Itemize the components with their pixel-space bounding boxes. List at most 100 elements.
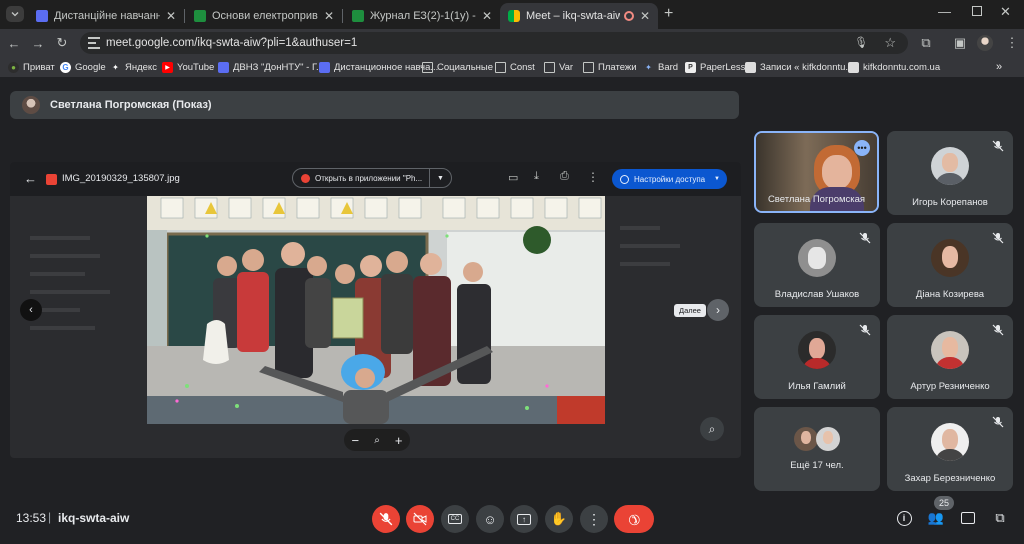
- emoji-icon: ☺: [483, 511, 497, 527]
- menu-icon[interactable]: ⋮: [1002, 33, 1022, 53]
- bookmark-star-icon[interactable]: ☆: [884, 35, 896, 51]
- next-image-button[interactable]: ›: [707, 299, 729, 321]
- participant-tile-others[interactable]: Ещё 17 чел.: [754, 407, 880, 491]
- meeting-controls-bar: 13:53 | ikq-swta-aiw CC ☺ ↑ ✋ ⋮ ✆ i 👥 25…: [0, 496, 1024, 544]
- bookmark-google[interactable]: G Google: [60, 59, 106, 75]
- tab-search-button[interactable]: [6, 6, 24, 22]
- url-text: meet.google.com/ikq-swta-aiw?pli=1&authu…: [106, 37, 358, 49]
- tab-journal[interactable]: Журнал ЕЗ(2)-1(1у) - Google Т ✕: [344, 3, 500, 29]
- tab-strip: Дистанційне навчання в ВСП ✕ Основи елек…: [0, 0, 1024, 29]
- caret-down-icon: ▼: [714, 176, 720, 182]
- tab-distance-learning[interactable]: Дистанційне навчання в ВСП ✕: [28, 3, 184, 29]
- share-settings-button[interactable]: Настройки доступа ▼: [612, 169, 727, 189]
- reactions-button[interactable]: ☺: [476, 505, 504, 533]
- back-arrow-icon[interactable]: ←: [24, 171, 37, 186]
- camera-toggle-button[interactable]: [406, 505, 434, 533]
- donntu-icon: [218, 61, 229, 73]
- close-icon[interactable]: ✕: [166, 9, 176, 23]
- mic-toggle-button[interactable]: [372, 505, 400, 533]
- bookmark-kifk[interactable]: kifkdonntu.com.ua: [848, 59, 940, 75]
- avatar: [794, 427, 818, 451]
- close-icon[interactable]: ✕: [482, 9, 492, 23]
- reload-icon[interactable]: ↻: [52, 33, 72, 53]
- activities-icon: ⧉: [995, 510, 1005, 525]
- meet-icon: [508, 10, 520, 22]
- side-panel-icon[interactable]: ▣: [950, 33, 970, 53]
- bookmark-folder-const[interactable]: Const: [495, 59, 535, 75]
- present-button[interactable]: ↑: [510, 505, 538, 533]
- folder-icon: [422, 61, 433, 73]
- participant-tile[interactable]: Діана Козирева: [887, 223, 1013, 307]
- zoom-out-icon[interactable]: −: [352, 433, 360, 448]
- dropdown-icon[interactable]: ▼: [429, 169, 451, 187]
- add-to-drive-icon[interactable]: ▭: [508, 171, 518, 184]
- bookmark-donntu[interactable]: ДВНЗ "ДонНТУ" - Г...: [218, 59, 324, 75]
- bookmark-distance[interactable]: Дистанционное навча...: [319, 59, 438, 75]
- bookmark-privat[interactable]: ● Приват: [8, 59, 55, 75]
- folder-icon: [495, 61, 506, 73]
- yandex-icon: ✦: [112, 62, 119, 72]
- raise-hand-button[interactable]: ✋: [545, 505, 573, 533]
- print-icon[interactable]: ⎙: [560, 170, 569, 183]
- tab-meet[interactable]: Meet – ikq-swta-aiw ✕: [500, 3, 658, 29]
- people-button[interactable]: 👥: [925, 507, 947, 529]
- site-info-icon[interactable]: [88, 37, 100, 49]
- participant-tile[interactable]: Захар Березниченко: [887, 407, 1013, 491]
- minimize-button[interactable]: —: [938, 4, 951, 19]
- close-icon[interactable]: ✕: [324, 9, 334, 23]
- info-icon: i: [896, 510, 912, 526]
- bookmark-folder-var[interactable]: Var: [544, 59, 573, 75]
- open-with-button[interactable]: Открыть в приложении "Ph... ▼: [292, 168, 452, 188]
- bookmark-youtube[interactable]: ▶ YouTube: [162, 59, 214, 75]
- avatar: [816, 427, 840, 451]
- avatar: [798, 331, 836, 369]
- more-vert-icon: ⋮: [587, 510, 601, 527]
- bookmark-paperless[interactable]: P PaperLess: [685, 59, 745, 75]
- more-icon[interactable]: ⋮: [587, 170, 599, 184]
- bookmark-bard[interactable]: ✦ Bard: [643, 59, 678, 75]
- meeting-details-button[interactable]: i: [893, 507, 915, 529]
- microphone-icon[interactable]: 🎙: [854, 36, 868, 49]
- participant-tile[interactable]: Артур Резниченко: [887, 315, 1013, 399]
- participant-tile[interactable]: Илья Гамлий: [754, 315, 880, 399]
- participant-name: Светлана Погромская: [767, 194, 866, 205]
- magnifier-icon: ⌕: [374, 434, 380, 446]
- participant-tile-self[interactable]: ••• Светлана Погромская: [754, 131, 879, 213]
- mic-off-icon: [992, 324, 1004, 336]
- mic-off-icon: [859, 232, 871, 244]
- leave-call-button[interactable]: ✆: [614, 505, 654, 533]
- bookmark-folder-payments[interactable]: Платежи: [583, 59, 637, 75]
- chat-button[interactable]: [957, 507, 979, 529]
- forward-icon[interactable]: →: [28, 33, 48, 53]
- bookmark-yandex[interactable]: ✦ Яндекс: [110, 59, 157, 75]
- bookmarks-overflow-icon[interactable]: »: [996, 59, 1002, 75]
- profile-avatar[interactable]: [977, 35, 993, 51]
- extensions-icon[interactable]: ⧉: [916, 33, 936, 53]
- presenter-bar: Светлана Погромская (Показ): [10, 91, 739, 119]
- captions-button[interactable]: CC: [441, 505, 469, 533]
- restore-button[interactable]: [972, 6, 982, 16]
- meeting-code: ikq-swta-aiw: [58, 511, 130, 525]
- previous-image-button[interactable]: ‹: [20, 299, 42, 321]
- background-document-right: [620, 212, 730, 362]
- bookmark-records[interactable]: Записи « kifkdonntu...: [745, 59, 853, 75]
- zoom-button[interactable]: ⌕: [700, 417, 724, 441]
- participant-tile[interactable]: Игорь Корепанов: [887, 131, 1013, 215]
- address-bar[interactable]: meet.google.com/ikq-swta-aiw?pli=1&authu…: [80, 32, 908, 54]
- more-options-icon[interactable]: •••: [854, 140, 870, 156]
- new-tab-button[interactable]: +: [664, 5, 673, 23]
- back-icon[interactable]: ←: [4, 33, 24, 53]
- zoom-in-icon[interactable]: +: [395, 433, 403, 448]
- close-window-button[interactable]: ✕: [1000, 4, 1011, 20]
- tab-electric-drive[interactable]: Основи електропривода (+Ву ✕: [186, 3, 342, 29]
- bookmark-folder-social[interactable]: Социальные: [422, 59, 493, 75]
- download-icon[interactable]: ⤓: [534, 170, 539, 183]
- participant-tile[interactable]: Владислав Ушаков: [754, 223, 880, 307]
- activities-button[interactable]: ⧉: [989, 507, 1011, 529]
- meeting-time: 13:53: [16, 511, 47, 525]
- folder-icon: [544, 61, 555, 73]
- presenter-label: Светлана Погромская (Показ): [50, 99, 212, 111]
- folder-icon: [583, 61, 594, 73]
- more-options-button[interactable]: ⋮: [580, 505, 608, 533]
- close-icon[interactable]: ✕: [640, 9, 650, 23]
